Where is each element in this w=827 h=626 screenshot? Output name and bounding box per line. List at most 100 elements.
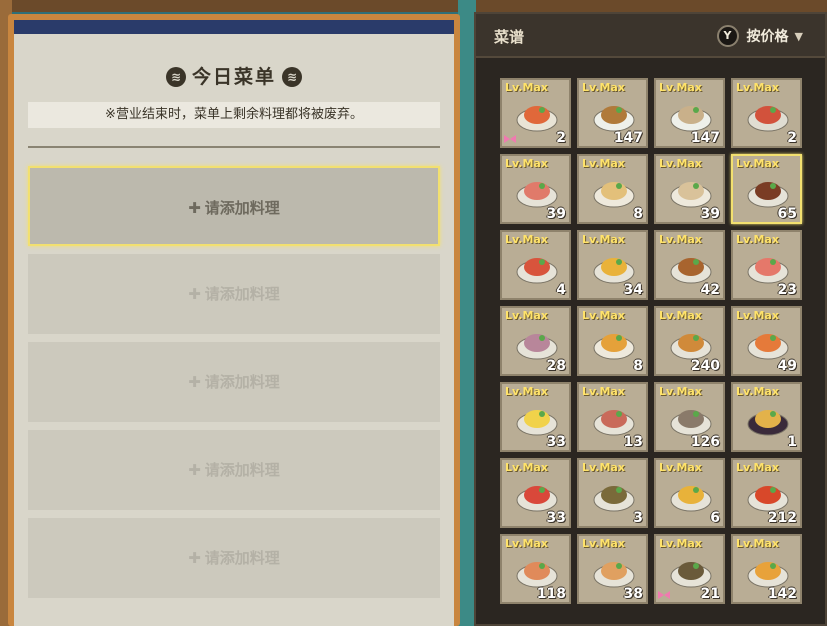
recipe-stock-count: 23 <box>777 282 797 298</box>
recipe-card[interactable]: Lv.Max 1 <box>731 382 802 452</box>
level-max-label: Lv.Max <box>659 81 702 94</box>
dish-icon <box>593 562 635 588</box>
dish-icon <box>516 182 558 208</box>
dish-icon <box>593 106 635 132</box>
recipe-stock-count: 1 <box>787 434 797 450</box>
level-max-label: Lv.Max <box>582 81 625 94</box>
recipe-stock-count: 42 <box>700 282 720 298</box>
recipe-card[interactable]: Lv.Max 8 <box>577 306 648 376</box>
recipe-card[interactable]: Lv.Max 8 <box>577 154 648 224</box>
recipe-card[interactable]: Lv.Max 28 <box>500 306 571 376</box>
recipe-card[interactable]: Lv.Max 4 <box>500 230 571 300</box>
recipe-card[interactable]: Lv.Max 33 <box>500 382 571 452</box>
dish-icon <box>670 106 712 132</box>
recipe-card[interactable]: Lv.Max 147 <box>654 78 725 148</box>
dish-icon <box>670 562 712 588</box>
recipe-stock-count: 38 <box>623 586 643 602</box>
plus-icon: ✚ <box>188 461 201 479</box>
wave-emblem-icon: ≋ <box>165 67 186 87</box>
add-dish-label: 请添加料理 <box>204 285 280 303</box>
dish-icon <box>747 410 789 436</box>
plus-icon: ✚ <box>188 199 201 217</box>
dish-icon <box>593 486 635 512</box>
recipe-card[interactable]: Lv.Max 118 <box>500 534 571 604</box>
level-max-label: Lv.Max <box>582 537 625 550</box>
dish-icon <box>670 258 712 284</box>
recipe-card[interactable]: Lv.Max 23 <box>731 230 802 300</box>
recipe-stock-count: 2 <box>787 130 797 146</box>
dish-icon <box>593 182 635 208</box>
level-max-label: Lv.Max <box>659 537 702 550</box>
level-max-label: Lv.Max <box>582 385 625 398</box>
dish-icon <box>747 334 789 360</box>
level-max-label: Lv.Max <box>505 309 548 322</box>
recipe-card[interactable]: Lv.Max 2 <box>731 78 802 148</box>
dish-icon <box>516 486 558 512</box>
recipe-stock-count: 240 <box>690 358 720 374</box>
recipe-card[interactable]: Lv.Max 2 <box>500 78 571 148</box>
level-max-label: Lv.Max <box>505 233 548 246</box>
recipe-card[interactable]: Lv.Max 34 <box>577 230 648 300</box>
recipe-grid: Lv.Max 2 Lv.Max 147 Lv.Max 147 Lv.Max 2 Lv.Max 39… <box>500 78 804 604</box>
recipe-card[interactable]: Lv.Max 142 <box>731 534 802 604</box>
level-max-label: Lv.Max <box>582 233 625 246</box>
menu-slot-add-dish[interactable]: ✚ 请添加料理 <box>28 166 440 246</box>
recipe-card[interactable]: Lv.Max 126 <box>654 382 725 452</box>
level-max-label: Lv.Max <box>736 157 779 170</box>
recipe-stock-count: 28 <box>546 358 566 374</box>
recipe-stock-count: 147 <box>613 130 643 146</box>
dish-icon <box>670 486 712 512</box>
recipe-card[interactable]: Lv.Max 240 <box>654 306 725 376</box>
recipe-stock-count: 21 <box>700 586 720 602</box>
recipe-card[interactable]: Lv.Max 39 <box>500 154 571 224</box>
recipe-stock-count: 13 <box>623 434 643 450</box>
add-dish-label: 请添加料理 <box>204 461 280 479</box>
recipe-card[interactable]: Lv.Max 42 <box>654 230 725 300</box>
level-max-label: Lv.Max <box>736 385 779 398</box>
menu-slot-add-dish[interactable]: ✚ 请添加料理 <box>28 342 440 422</box>
recipe-stock-count: 6 <box>710 510 720 526</box>
recipe-stock-count: 142 <box>767 586 797 602</box>
level-max-label: Lv.Max <box>736 233 779 246</box>
recipe-card[interactable]: Lv.Max 212 <box>731 458 802 528</box>
recipe-card[interactable]: Lv.Max 13 <box>577 382 648 452</box>
menu-title: ≋ 今日菜单 ≋ <box>14 62 454 89</box>
recipe-card[interactable]: Lv.Max 65 <box>731 154 802 224</box>
sort-by-price-button[interactable]: Y 按价格 ▼ <box>716 24 803 48</box>
menu-slot-add-dish[interactable]: ✚ 请添加料理 <box>28 430 440 510</box>
background-top <box>0 0 827 12</box>
recipe-card[interactable]: Lv.Max 3 <box>577 458 648 528</box>
dish-icon <box>593 258 635 284</box>
recipe-title: 菜谱 <box>494 28 525 46</box>
wave-emblem-icon: ≋ <box>282 67 302 87</box>
recipe-card[interactable]: Lv.Max 147 <box>577 78 648 148</box>
add-dish-label: 请添加料理 <box>204 373 280 391</box>
menu-slot-add-dish[interactable]: ✚ 请添加料理 <box>28 518 440 598</box>
plus-icon: ✚ <box>188 373 201 391</box>
level-max-label: Lv.Max <box>505 461 548 474</box>
recipe-stock-count: 4 <box>556 282 566 298</box>
menu-slot-add-dish[interactable]: ✚ 请添加料理 <box>28 254 440 334</box>
dish-icon <box>670 182 712 208</box>
recipe-header: 菜谱 Y 按价格 ▼ <box>476 14 825 58</box>
level-max-label: Lv.Max <box>736 81 779 94</box>
recipe-card[interactable]: Lv.Max 49 <box>731 306 802 376</box>
recipe-stock-count: 34 <box>623 282 643 298</box>
dish-icon <box>516 334 558 360</box>
menu-divider <box>28 146 440 148</box>
today-menu-body: ≋ 今日菜单 ≋ ※营业结束时，菜单上剩余料理都将被废弃。 ✚ 请添加料理 ✚ 请添加料理… <box>14 20 454 626</box>
recipe-stock-count: 126 <box>690 434 720 450</box>
level-max-label: Lv.Max <box>736 461 779 474</box>
dish-icon <box>593 334 635 360</box>
recipe-card[interactable]: Lv.Max 38 <box>577 534 648 604</box>
recipe-stock-count: 39 <box>546 206 566 222</box>
recipe-stock-count: 8 <box>633 206 643 222</box>
recipe-card[interactable]: Lv.Max 6 <box>654 458 725 528</box>
recipe-card[interactable]: Lv.Max 39 <box>654 154 725 224</box>
menu-title-text: 今日菜单 <box>191 66 276 88</box>
recipe-card[interactable]: Lv.Max 21 <box>654 534 725 604</box>
dish-icon <box>516 410 558 436</box>
bow-tag-icon <box>504 135 516 143</box>
recipe-card[interactable]: Lv.Max 33 <box>500 458 571 528</box>
caret-down-icon: ▼ <box>794 29 803 43</box>
